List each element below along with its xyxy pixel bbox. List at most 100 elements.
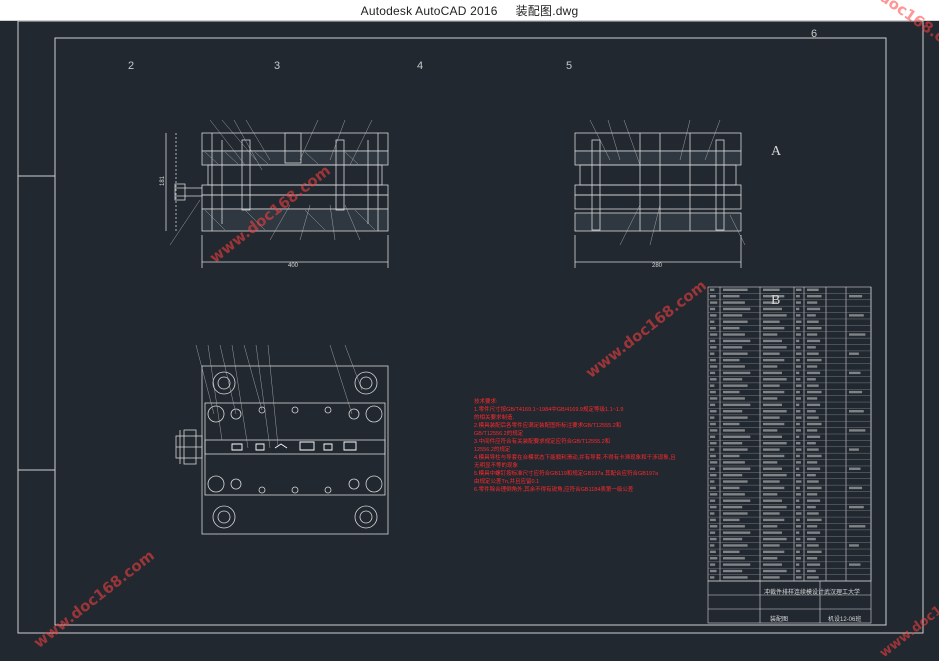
- bom-cell-text: [796, 397, 801, 400]
- bom-cell-text: [807, 441, 816, 445]
- bom-cell-text: [710, 288, 715, 291]
- bom-cell-text: [763, 493, 778, 496]
- bom-cell-text: [723, 288, 748, 291]
- bom-cell-text: [710, 499, 716, 502]
- bom-cell-text: [796, 410, 801, 413]
- bom-cell-text: [807, 301, 818, 304]
- bom-cell-text: [723, 397, 745, 400]
- bom-cell-text: [763, 320, 780, 323]
- bom-cell-text: [763, 339, 782, 343]
- file-name: 装配图.dwg: [515, 4, 579, 18]
- bom-cell-text: [796, 365, 801, 368]
- bom-cell-text: [849, 410, 864, 413]
- bom-cell-text: [763, 467, 782, 470]
- bom-cell-text: [807, 493, 818, 496]
- bom-cell-text: [796, 461, 801, 464]
- bom-cell-text: [723, 461, 745, 464]
- bom-cell-text: [710, 365, 718, 368]
- bom-cell-text: [723, 576, 748, 579]
- bom-cell-text: [723, 410, 743, 413]
- bom-cell-text: [796, 550, 800, 554]
- bom-cell-text: [796, 346, 801, 349]
- bom-cell-text: [710, 307, 716, 311]
- bom-cell-text: [723, 486, 740, 490]
- bom-cell-text: [796, 454, 800, 458]
- bom-cell-text: [849, 563, 861, 566]
- bom-cell-text: [807, 486, 822, 490]
- bom-cell-text: [763, 352, 780, 355]
- req-line: 12556.2的规定: [474, 447, 511, 453]
- bom-cell-text: [763, 384, 780, 387]
- bom-cell-text: [796, 358, 800, 362]
- bom-cell-text: [807, 525, 818, 528]
- bom-cell-text: [807, 365, 818, 368]
- bom-cell-text: [796, 518, 800, 522]
- bom-cell-text: [807, 557, 818, 560]
- bom-cell-text: [723, 301, 745, 304]
- view-label-a: A: [771, 144, 782, 159]
- bom-cell-text: [723, 518, 740, 522]
- bom-cell-text: [807, 505, 816, 509]
- bom-cell-text: [723, 454, 740, 458]
- bom-cell-text: [763, 499, 782, 502]
- bom-cell-text: [710, 384, 715, 387]
- bom-cell-text: [807, 518, 822, 522]
- bom-cell-text: [796, 333, 801, 336]
- bom-cell-text: [710, 505, 717, 509]
- bom-cell-text: [763, 550, 785, 554]
- bom-cell-text: [763, 576, 780, 579]
- bom-cell-text: [849, 467, 861, 470]
- bom-cell-text: [723, 320, 748, 323]
- bom-cell-text: [849, 544, 859, 547]
- bom-cell-text: [807, 320, 819, 323]
- bom-cell-text: [807, 307, 821, 311]
- bom-cell-text: [723, 499, 751, 502]
- title-drawing-name: 装配图: [770, 617, 789, 623]
- bom-entries: [710, 288, 866, 579]
- bom-cell-text: [807, 384, 819, 387]
- app-name: Autodesk AutoCAD 2016: [360, 4, 498, 18]
- bom-cell-text: [763, 441, 787, 445]
- bom-cell-text: [796, 435, 800, 438]
- bom-cell-text: [796, 563, 800, 566]
- bom-cell-text: [710, 550, 716, 554]
- bom-cell-text: [710, 563, 716, 566]
- bom-cell-text: [763, 512, 780, 515]
- bom-cell-text: [723, 358, 740, 362]
- bom-cell-text: [723, 537, 743, 541]
- bom-cell-text: [763, 378, 787, 381]
- bom-cell-text: [796, 371, 800, 375]
- bom-cell-text: [763, 397, 778, 400]
- bom-cell-text: [710, 301, 718, 304]
- bom-cell-text: [723, 531, 751, 534]
- bom-cell-text: [796, 505, 801, 509]
- bom-cell-text: [807, 467, 821, 470]
- bom-cell-text: [807, 397, 818, 400]
- bom-cell-text: [723, 294, 740, 298]
- bom-cell-text: [723, 429, 745, 432]
- bom-cell-text: [710, 416, 715, 419]
- bom-cell-text: [710, 320, 715, 323]
- bom-cell-text: [796, 448, 802, 451]
- bom-cell-text: [763, 333, 778, 336]
- bom-cell-text: [796, 390, 800, 394]
- drawing-canvas[interactable]: 2 3 4 5 6 A B 181 400 280 技术要求: 1.零件尺寸按G…: [0, 0, 939, 661]
- bom-cell-text: [849, 294, 863, 298]
- drawing-frame: [17, 20, 924, 634]
- req-line: 4.模具导柱与导套在合模状态下能顺利滑动,并有导套,不得有卡滞现象和干涉现象,且: [474, 455, 676, 461]
- bom-cell-text: [723, 346, 743, 349]
- bom-cell-text: [723, 371, 751, 375]
- bom-cell-text: [763, 505, 787, 509]
- req-line: 2.模具装配后各零件应满足装配图所标注要求GB/T12555.2和: [474, 423, 622, 429]
- bom-cell-text: [763, 403, 782, 407]
- bom-cell-text: [807, 454, 822, 458]
- bom-cell-text: [710, 473, 717, 477]
- bom-cell-text: [723, 441, 743, 445]
- bom-cell-text: [710, 480, 715, 483]
- bom-cell-text: [807, 499, 821, 502]
- bom-cell-text: [763, 531, 782, 534]
- bom-cell-text: [710, 352, 715, 355]
- title-drawing-no: 机设12-06班: [828, 617, 862, 623]
- bom-cell-text: [763, 314, 787, 317]
- bom-cell-text: [763, 544, 780, 547]
